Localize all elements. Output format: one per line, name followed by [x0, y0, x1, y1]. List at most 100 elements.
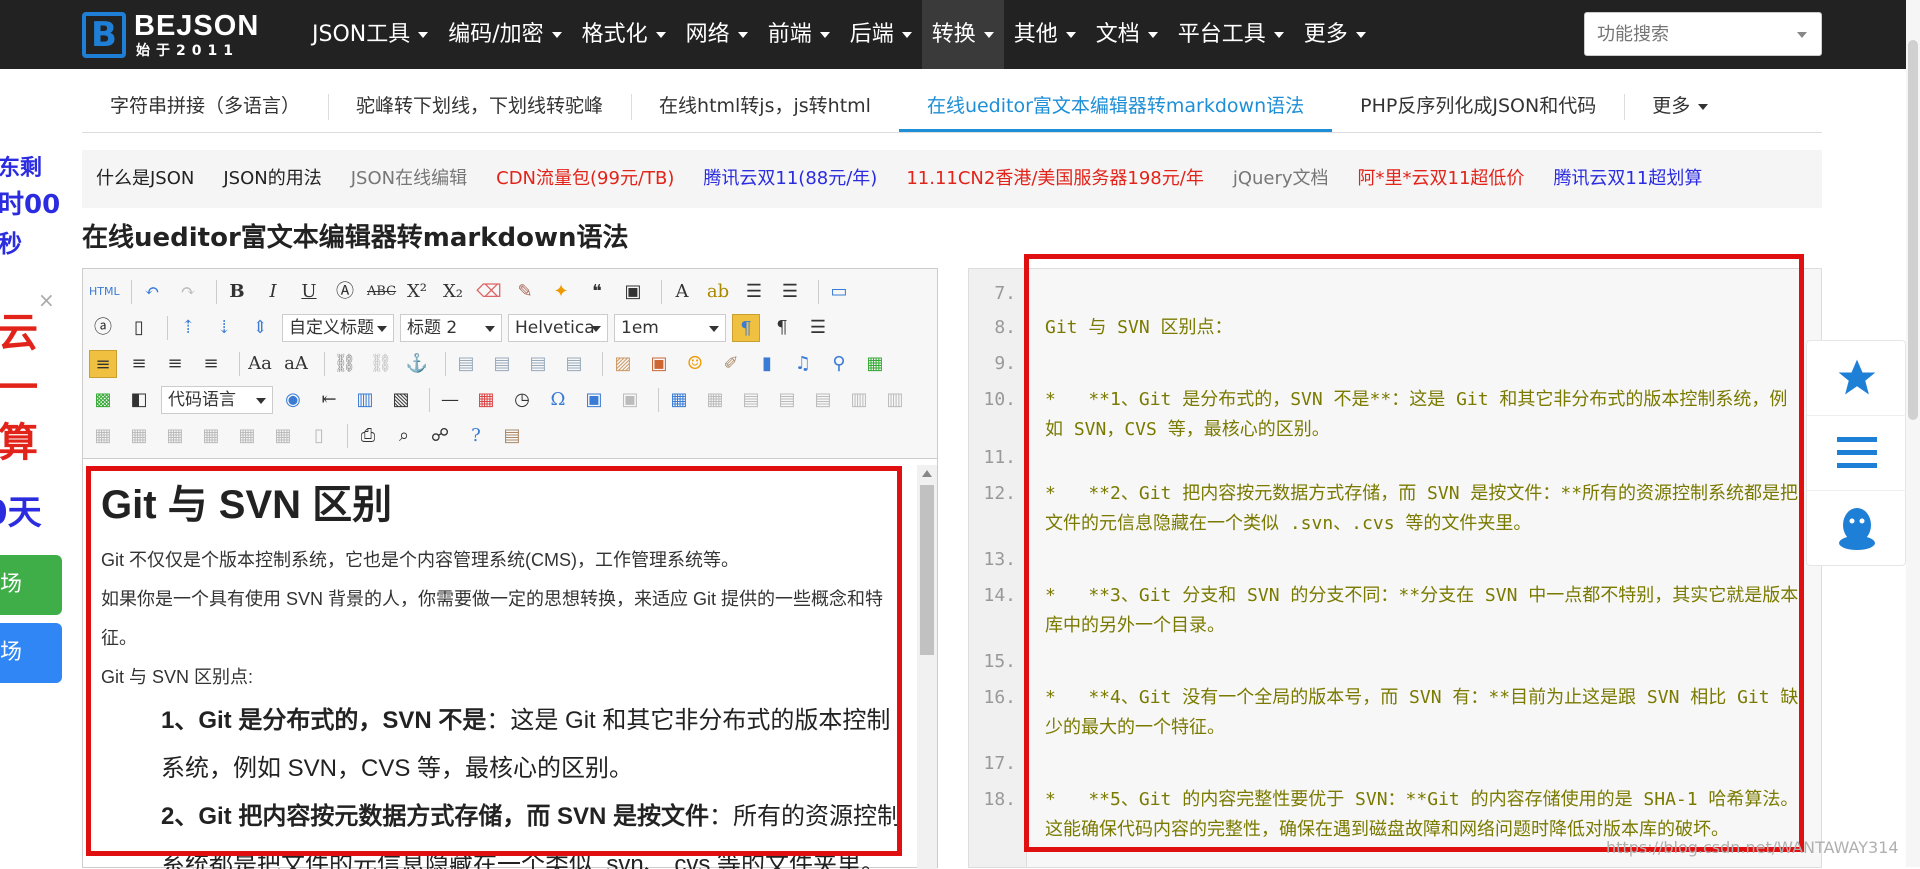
simple-upload-icon[interactable]: ▨	[609, 350, 637, 378]
paste-plain-icon[interactable]: ▣	[619, 278, 647, 306]
nav-network[interactable]: 网络	[676, 0, 758, 69]
tab-camel-underscore[interactable]: 驼峰转下划线，下划线转驼峰	[328, 80, 631, 132]
special-chars-icon[interactable]: Ω	[544, 386, 572, 414]
to-uppercase-icon[interactable]: Aa	[246, 350, 274, 378]
tab-html-js[interactable]: 在线html转js，js转html	[631, 80, 899, 132]
tab-more[interactable]: 更多	[1624, 80, 1736, 132]
strikethrough-icon[interactable]: ABC	[367, 278, 396, 306]
template-icon[interactable]: ▥	[351, 386, 379, 414]
link-json-usage[interactable]: JSON的用法	[223, 150, 321, 208]
delete-col-icon[interactable]: ▥	[881, 386, 909, 414]
to-lowercase-icon[interactable]: aA	[282, 350, 310, 378]
superscript-icon[interactable]: X²	[403, 278, 431, 306]
link-json-editor[interactable]: JSON在线编辑	[351, 150, 467, 208]
nav-format[interactable]: 格式化	[572, 0, 676, 69]
align-left-icon[interactable]: ≡	[89, 350, 117, 378]
row-spacing-top-icon[interactable]: ⇡	[174, 314, 202, 342]
link-icon[interactable]: ⛓	[331, 350, 359, 378]
redo-icon[interactable]: ↷	[174, 278, 202, 306]
link-tencent-cloud-2[interactable]: 腾讯云双11超划算	[1553, 150, 1702, 208]
unlink-icon[interactable]: ⛓	[367, 350, 395, 378]
delete-row-icon[interactable]: ▤	[809, 386, 837, 414]
bold-icon[interactable]: B	[223, 278, 251, 306]
tab-ueditor-markdown[interactable]: 在线ueditor富文本编辑器转markdown语法	[898, 80, 1333, 132]
link-tencent-cloud[interactable]: 腾讯云双11(88元/年)	[703, 150, 877, 208]
horizontal-rule-icon[interactable]: —	[436, 386, 464, 414]
image-center-icon[interactable]: ▤	[560, 350, 588, 378]
word-image-icon[interactable]: ▣	[616, 386, 644, 414]
insert-col-icon[interactable]: ▥	[845, 386, 873, 414]
merge-down-icon[interactable]: ▦	[161, 422, 189, 450]
merge-cells-icon[interactable]: ▦	[89, 422, 117, 450]
chevron-down-icon[interactable]	[1797, 32, 1807, 38]
nav-platform-tools[interactable]: 平台工具	[1168, 0, 1294, 69]
insert-video-icon[interactable]: ▮	[753, 350, 781, 378]
align-right-icon[interactable]: ≡	[161, 350, 189, 378]
blockquote-icon[interactable]: ❝	[583, 278, 611, 306]
emotion-icon[interactable]: ☺	[681, 350, 709, 378]
insert-image-icon[interactable]: ▣	[645, 350, 673, 378]
split-cols-icon[interactable]: ▦	[269, 422, 297, 450]
custom-title-select[interactable]: 自定义标题	[282, 314, 394, 342]
link-jquery-docs[interactable]: jQuery文档	[1233, 150, 1329, 208]
left-ad-banner[interactable]: 东剩 时00 秒 云 一 算 0天 × 场 场	[0, 140, 62, 700]
font-family-select[interactable]: Helvetica	[508, 314, 608, 342]
code-language-select[interactable]: 代码语言	[161, 386, 273, 414]
image-none-icon[interactable]: ▤	[452, 350, 480, 378]
date-icon[interactable]: ▦	[472, 386, 500, 414]
webapp-icon[interactable]: ◉	[279, 386, 307, 414]
subscript-icon[interactable]: X₂	[439, 278, 467, 306]
nav-backend[interactable]: 后端	[840, 0, 922, 69]
unordered-list-icon[interactable]: ☰	[776, 278, 804, 306]
nav-json-tools[interactable]: JSON工具	[302, 0, 438, 69]
indent-icon[interactable]: ☰	[804, 314, 832, 342]
favorite-button[interactable]	[1807, 341, 1907, 416]
underline-icon[interactable]: U	[295, 278, 323, 306]
italic-icon[interactable]: I	[259, 278, 287, 306]
tab-string-concat[interactable]: 字符串拼接（多语言）	[82, 80, 328, 132]
auto-format-icon[interactable]: ✦	[547, 278, 575, 306]
preview-icon[interactable]: ⌕	[390, 422, 418, 450]
link-aliyun[interactable]: 阿*里*云双11超低价	[1358, 150, 1525, 208]
nav-encode[interactable]: 编码/加密	[438, 0, 571, 69]
font-border-icon[interactable]: Ⓐ	[331, 278, 359, 306]
map-icon[interactable]: ▦	[861, 350, 889, 378]
time-icon[interactable]: ◷	[508, 386, 536, 414]
menu-button[interactable]	[1807, 416, 1907, 491]
align-justify-icon[interactable]: ≡	[197, 350, 225, 378]
snapscreen-icon[interactable]: ▣	[580, 386, 608, 414]
nav-frontend[interactable]: 前端	[758, 0, 840, 69]
undo-icon[interactable]: ↶	[138, 278, 166, 306]
scroll-up-icon[interactable]	[922, 470, 932, 477]
format-brush-icon[interactable]: ✎	[511, 278, 539, 306]
page-break-icon[interactable]: ▯	[125, 314, 153, 342]
ordered-list-icon[interactable]: ☰	[740, 278, 768, 306]
scrollbar-thumb[interactable]	[920, 485, 934, 655]
link-cn2-server[interactable]: 11.11CN2香港/美国服务器198元/年	[906, 150, 1204, 208]
image-left-icon[interactable]: ▤	[488, 350, 516, 378]
print-icon[interactable]: ⎙	[354, 422, 382, 450]
background-icon[interactable]: ▧	[387, 386, 415, 414]
nav-convert[interactable]: 转换	[921, 0, 1004, 69]
drafts-icon[interactable]: ▤	[498, 422, 526, 450]
split-rows-icon[interactable]: ▦	[233, 422, 261, 450]
qq-button[interactable]	[1807, 491, 1907, 566]
html-source-icon[interactable]: HTML	[89, 278, 120, 306]
insert-frame-icon[interactable]: ◧	[125, 386, 153, 414]
page-scrollbar[interactable]	[1906, 0, 1920, 867]
scrawl-icon[interactable]: ✐	[717, 350, 745, 378]
function-search[interactable]	[1584, 12, 1822, 56]
fullscreen-icon[interactable]: ▭	[825, 278, 853, 306]
page-scrollbar-thumb[interactable]	[1908, 40, 1918, 420]
font-color-icon[interactable]: A	[668, 278, 696, 306]
anchor-icon[interactable]: ⚓	[403, 350, 431, 378]
bejson-logo[interactable]: B BEJSON 始于2011	[82, 10, 272, 60]
highlight-icon[interactable]: ab	[704, 278, 732, 306]
ltr-icon[interactable]: ¶	[732, 314, 760, 342]
nav-docs[interactable]: 文档	[1086, 0, 1168, 69]
split-cells-icon[interactable]: ▦	[197, 422, 225, 450]
chart-icon[interactable]: ▯	[305, 422, 333, 450]
ad-green-button[interactable]: 场	[0, 555, 62, 615]
delete-table-icon[interactable]: ▦	[701, 386, 729, 414]
nav-other[interactable]: 其他	[1004, 0, 1086, 69]
